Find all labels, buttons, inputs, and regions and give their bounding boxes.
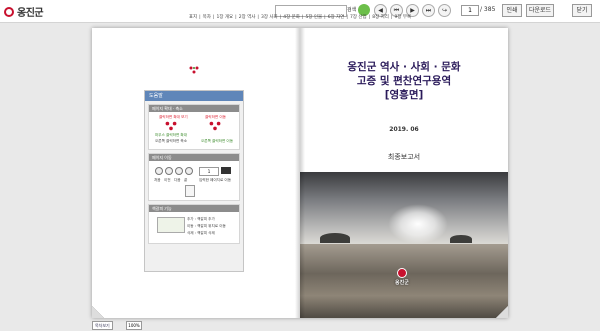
zoom-right-b: 오른쪽 클릭하면 이동 xyxy=(201,139,234,143)
menu-item[interactable]: 9장 부록 xyxy=(394,15,411,20)
help-bookmark-title: 책갈피 기능 xyxy=(149,205,239,212)
book-viewer[interactable]: 도움말 페이지 확대 · 축소 클릭하면 확대 보기 마우스 클릭하면 확대 오… xyxy=(92,28,508,318)
bookmark-tool-icon xyxy=(157,217,185,233)
logo-emblem-icon xyxy=(396,268,407,278)
toc-button[interactable]: 목차보기 xyxy=(92,321,113,330)
help-nav-label-prev: 이전 xyxy=(164,178,171,182)
menu-separator: | xyxy=(257,15,259,20)
zoom-left-b: 오른쪽 클릭하면 축소 xyxy=(155,139,188,143)
menu-item[interactable]: 5장 인물 xyxy=(305,15,322,20)
cover-logo: 옹진군 xyxy=(395,268,409,286)
menu-item[interactable]: 목차 xyxy=(203,15,211,20)
page-total: / 385 xyxy=(480,6,496,13)
help-zoom-section: 페이지 확대 · 축소 클릭하면 확대 보기 마우스 클릭하면 확대 오른쪽 클… xyxy=(148,104,240,150)
bookmark-line-1: 추가 : 책갈피 추가 xyxy=(187,217,215,221)
menu-separator: | xyxy=(324,15,326,20)
cover-title-line-1: 옹진군 역사 · 사회 · 문화 xyxy=(347,61,461,73)
cover-report-type: 최종보고서 xyxy=(387,153,421,161)
menu-separator: | xyxy=(346,15,348,20)
help-nav-label-next: 다음 xyxy=(174,178,181,182)
menu-item[interactable]: 6장 자연 xyxy=(328,15,345,20)
zoom-select[interactable]: 100% xyxy=(126,321,142,330)
cover-date: 2019. 06 xyxy=(389,126,419,133)
menu-item[interactable]: 1장 개요 xyxy=(216,15,233,20)
help-nav-label-first: 처음 xyxy=(154,178,161,182)
emblem-icon xyxy=(209,121,221,131)
help-title: 도움말 xyxy=(145,91,243,101)
page-curl-left-icon[interactable] xyxy=(92,306,104,318)
emblem-icon xyxy=(165,121,177,131)
cover-photo: 옹진군 xyxy=(300,172,508,318)
book-gutter xyxy=(295,28,305,318)
search-label: 검색 xyxy=(347,7,357,13)
menu-separator: | xyxy=(390,15,393,20)
help-nav-label-last: 끝 xyxy=(184,178,188,182)
menu-separator: | xyxy=(368,15,371,20)
menu-separator: | xyxy=(235,15,237,20)
last-page-icon xyxy=(185,167,193,175)
cover-logo-text: 옹진군 xyxy=(395,280,409,286)
first-page-icon xyxy=(155,167,163,175)
right-page[interactable]: 옹진군 역사 · 사회 · 문화 고증 및 편찬연구용역 [영흥면] 2019.… xyxy=(300,28,508,318)
menu-item[interactable]: 표지 xyxy=(189,15,197,20)
bookmark-line-2: 이동 : 책갈피 위치로 이동 xyxy=(187,224,226,228)
chapter-menu: 표지 | 목차 | 1장 개요 | 2장 역사 | 3장 사회 | 4장 문화 | 5장 인물 | 6장 자… xyxy=(0,14,600,22)
cover-title: 옹진군 역사 · 사회 · 문화 고증 및 편찬연구용역 [영흥면] xyxy=(300,60,508,102)
emblem-icon xyxy=(189,66,199,74)
cover-title-line-2: 고증 및 편찬연구용역 xyxy=(356,75,452,87)
zoom-right-top: 클릭하면 이동 xyxy=(205,115,226,119)
help-go-button xyxy=(221,167,231,174)
help-page-input: 1 xyxy=(199,167,219,176)
menu-separator: | xyxy=(279,15,282,20)
next-page-icon xyxy=(175,167,183,175)
page-curl-right-icon[interactable] xyxy=(496,306,508,318)
left-page[interactable]: 도움말 페이지 확대 · 축소 클릭하면 확대 보기 마우스 클릭하면 확대 오… xyxy=(92,28,300,318)
top-bar: 옹진군 검색 ◀ ⏮ ▶ ⏭ ↪ 1 / 385 인쇄 다운로드 닫기 표지 | 목… xyxy=(0,0,600,23)
menu-item[interactable]: 7장 산업 xyxy=(350,15,367,20)
menu-item[interactable]: 4장 문화 xyxy=(283,15,300,20)
cover-title-line-3: [영흥면] xyxy=(384,89,424,101)
menu-separator: | xyxy=(212,15,215,20)
sunlight xyxy=(388,204,448,244)
help-goto-text: 입력한 페이지로 이동 xyxy=(199,178,232,182)
page-curl-icon xyxy=(185,185,195,197)
help-page-move-title: 페이지 이동 xyxy=(149,154,239,161)
island-silhouette xyxy=(450,235,472,243)
menu-item[interactable]: 3장 사회 xyxy=(261,15,278,20)
island-silhouette xyxy=(320,233,350,243)
menu-item[interactable]: 8장 지리 xyxy=(372,15,389,20)
menu-separator: | xyxy=(301,15,304,20)
help-panel: 도움말 페이지 확대 · 축소 클릭하면 확대 보기 마우스 클릭하면 확대 오… xyxy=(144,90,244,272)
zoom-left-top: 클릭하면 확대 보기 xyxy=(159,115,188,119)
help-zoom-title: 페이지 확대 · 축소 xyxy=(149,105,239,112)
prev-page-icon xyxy=(165,167,173,175)
menu-item[interactable]: 2장 역사 xyxy=(239,15,256,20)
zoom-left-a: 마우스 클릭하면 확대 xyxy=(155,133,188,137)
bookmark-line-3: 삭제 : 책갈피 삭제 xyxy=(187,231,215,235)
help-page-move-section: 페이지 이동 1 처음 이전 다음 끝 입력한 페이지로 이동 xyxy=(148,153,240,201)
menu-separator: | xyxy=(199,15,201,20)
bottom-bar: 목차보기 100% xyxy=(0,319,600,331)
help-bookmark-section: 책갈피 기능 추가 : 책갈피 추가 이동 : 책갈피 위치로 이동 삭제 : … xyxy=(148,204,240,244)
